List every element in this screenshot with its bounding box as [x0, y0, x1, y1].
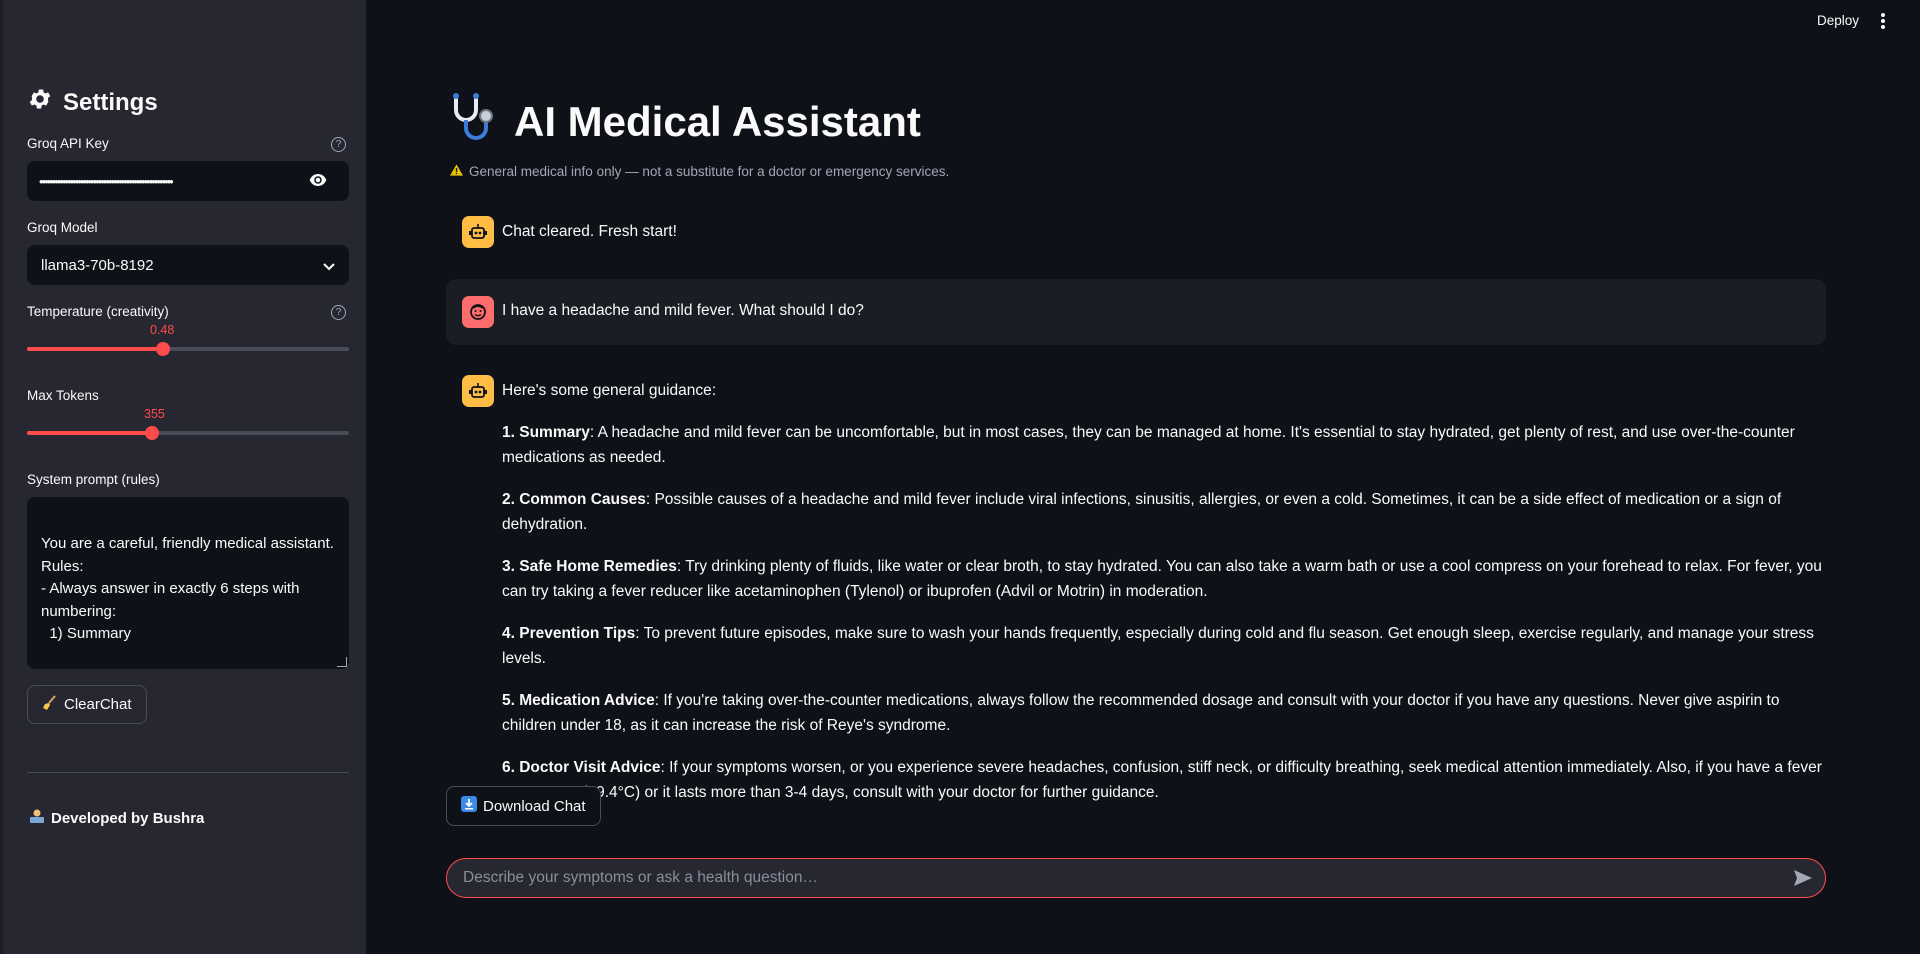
- stethoscope-icon: [448, 92, 500, 152]
- sidebar-divider: [27, 772, 349, 773]
- system-prompt-label: System prompt (rules): [27, 472, 160, 487]
- response-step: 2. Common Causes: Possible causes of a h…: [502, 487, 1822, 538]
- step-heading: 2. Common Causes: [502, 490, 646, 508]
- max-tokens-slider[interactable]: [27, 426, 349, 440]
- assistant-response: Here's some general guidance: 1. Summary…: [502, 378, 1822, 822]
- step-body: : Possible causes of a headache and mild…: [502, 490, 1782, 534]
- robot-icon: [469, 383, 487, 398]
- system-prompt-textarea[interactable]: You are a careful, friendly medical assi…: [27, 497, 349, 669]
- api-key-label: Groq API Key: [27, 136, 109, 151]
- chat-input[interactable]: [463, 869, 1763, 887]
- model-label: Groq Model: [27, 220, 98, 235]
- clear-chat-label: ClearChat: [64, 696, 132, 713]
- step-body: : Try drinking plenty of fluids, like wa…: [502, 557, 1822, 601]
- broom-icon: [42, 694, 58, 715]
- resize-handle[interactable]: [337, 657, 347, 667]
- gear-icon: [27, 86, 53, 119]
- step-heading: 1. Summary: [502, 423, 590, 441]
- response-step: 1. Summary: A headache and mild fever ca…: [502, 420, 1822, 471]
- developer-credit: Developed by Bushra: [29, 808, 204, 828]
- sidebar-title: Settings: [27, 86, 158, 119]
- response-step: 6. Doctor Visit Advice: If your symptoms…: [502, 755, 1822, 806]
- user-message: I have a headache and mild fever. What s…: [502, 302, 864, 319]
- response-intro: Here's some general guidance:: [502, 382, 717, 399]
- warning-icon: [450, 164, 463, 179]
- chevron-down-icon[interactable]: [323, 259, 335, 277]
- response-steps: 1. Summary: A headache and mild fever ca…: [502, 420, 1822, 806]
- response-step: 3. Safe Home Remedies: Try drinking plen…: [502, 554, 1822, 605]
- assistant-avatar: [462, 216, 494, 248]
- step-heading: 4. Prevention Tips: [502, 624, 636, 642]
- step-body: : To prevent future episodes, make sure …: [502, 624, 1814, 668]
- robot-icon: [469, 224, 487, 239]
- face-icon: [470, 304, 486, 320]
- eye-icon[interactable]: [309, 173, 327, 192]
- page-title: AI Medical Assistant: [448, 92, 921, 152]
- disclaimer-text: General medical info only — not a substi…: [469, 164, 950, 179]
- max-tokens-label: Max Tokens: [27, 388, 99, 403]
- temperature-slider-thumb[interactable]: [156, 342, 170, 356]
- download-icon: [461, 796, 477, 816]
- help-icon[interactable]: ?: [331, 137, 346, 152]
- api-key-input[interactable]: ••••••••••••••••••••••••••••••••••••••••…: [27, 161, 349, 201]
- kebab-icon[interactable]: [1880, 12, 1886, 35]
- disclaimer: General medical info only — not a substi…: [450, 164, 949, 179]
- sidebar: Settings Groq API Key ? ••••••••••••••••…: [0, 0, 366, 954]
- help-icon[interactable]: ?: [331, 305, 346, 320]
- user-avatar: [462, 296, 494, 328]
- api-key-value[interactable]: ••••••••••••••••••••••••••••••••••••••••…: [39, 174, 299, 189]
- model-value[interactable]: llama3-70b-8192: [41, 257, 154, 274]
- response-step: 4. Prevention Tips: To prevent future ep…: [502, 621, 1822, 672]
- download-chat-label: Download Chat: [483, 797, 586, 815]
- step-body: : If you're taking over-the-counter medi…: [502, 691, 1780, 735]
- assistant-message: Chat cleared. Fresh start!: [502, 223, 677, 240]
- temperature-label: Temperature (creativity): [27, 304, 169, 319]
- step-heading: 3. Safe Home Remedies: [502, 557, 677, 575]
- sidebar-title-text: Settings: [63, 88, 158, 116]
- page-title-text: AI Medical Assistant: [514, 98, 921, 145]
- max-tokens-slider-fill: [27, 431, 152, 435]
- chat-input-container[interactable]: [446, 858, 1826, 898]
- response-step: 5. Medication Advice: If you're taking o…: [502, 688, 1822, 739]
- step-heading: 6. Doctor Visit Advice: [502, 758, 661, 776]
- max-tokens-slider-thumb[interactable]: [145, 426, 159, 440]
- temperature-value: 0.48: [150, 323, 175, 337]
- clear-chat-button[interactable]: ClearChat: [27, 685, 147, 724]
- temperature-slider-fill: [27, 347, 162, 351]
- technologist-icon: [29, 808, 45, 828]
- assistant-avatar: [462, 375, 494, 407]
- download-chat-button[interactable]: Download Chat: [446, 786, 601, 826]
- deploy-button[interactable]: Deploy: [1817, 13, 1859, 28]
- send-icon[interactable]: [1793, 869, 1813, 892]
- step-heading: 5. Medication Advice: [502, 691, 655, 709]
- credit-text: Developed by Bushra: [51, 809, 205, 827]
- max-tokens-value: 355: [144, 407, 165, 421]
- temperature-slider[interactable]: [27, 342, 349, 356]
- step-body: : A headache and mild fever can be uncom…: [502, 423, 1795, 467]
- model-select[interactable]: llama3-70b-8192: [27, 245, 349, 285]
- step-body: : If your symptoms worsen, or you experi…: [502, 758, 1822, 802]
